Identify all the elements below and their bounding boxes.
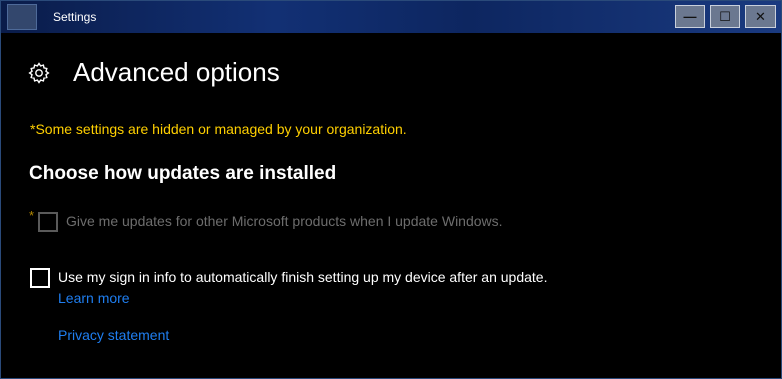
minimize-button[interactable]: — [675,5,705,28]
managed-marker: * [29,208,35,223]
gear-icon [28,62,50,84]
microsoft-products-updates-checkbox[interactable] [38,212,58,232]
sign-in-info-label[interactable]: Use my sign in info to automatically fin… [58,269,547,285]
page-title: Advanced options [73,57,280,87]
section-title: Choose how updates are installed [29,163,337,184]
maximize-button[interactable]: ☐ [710,5,740,28]
microsoft-products-updates-label: Give me updates for other Microsoft prod… [66,213,503,229]
learn-more-link[interactable]: Learn more [58,290,130,306]
title-bar[interactable]: Settings — ☐ ✕ [1,1,781,33]
content-area: Advanced options *Some settings are hidd… [1,33,781,378]
privacy-statement-link[interactable]: Privacy statement [58,327,169,343]
settings-window: Settings — ☐ ✕ Advanced options *Some se… [0,0,782,379]
sign-in-info-checkbox[interactable] [30,268,50,288]
maximize-icon: ☐ [719,9,731,24]
app-icon [7,4,37,30]
window-title: Settings [53,10,97,24]
org-managed-notice: *Some settings are hidden or managed by … [30,121,407,137]
close-icon: ✕ [755,9,766,24]
minimize-icon: — [683,9,697,24]
close-button[interactable]: ✕ [745,5,776,28]
